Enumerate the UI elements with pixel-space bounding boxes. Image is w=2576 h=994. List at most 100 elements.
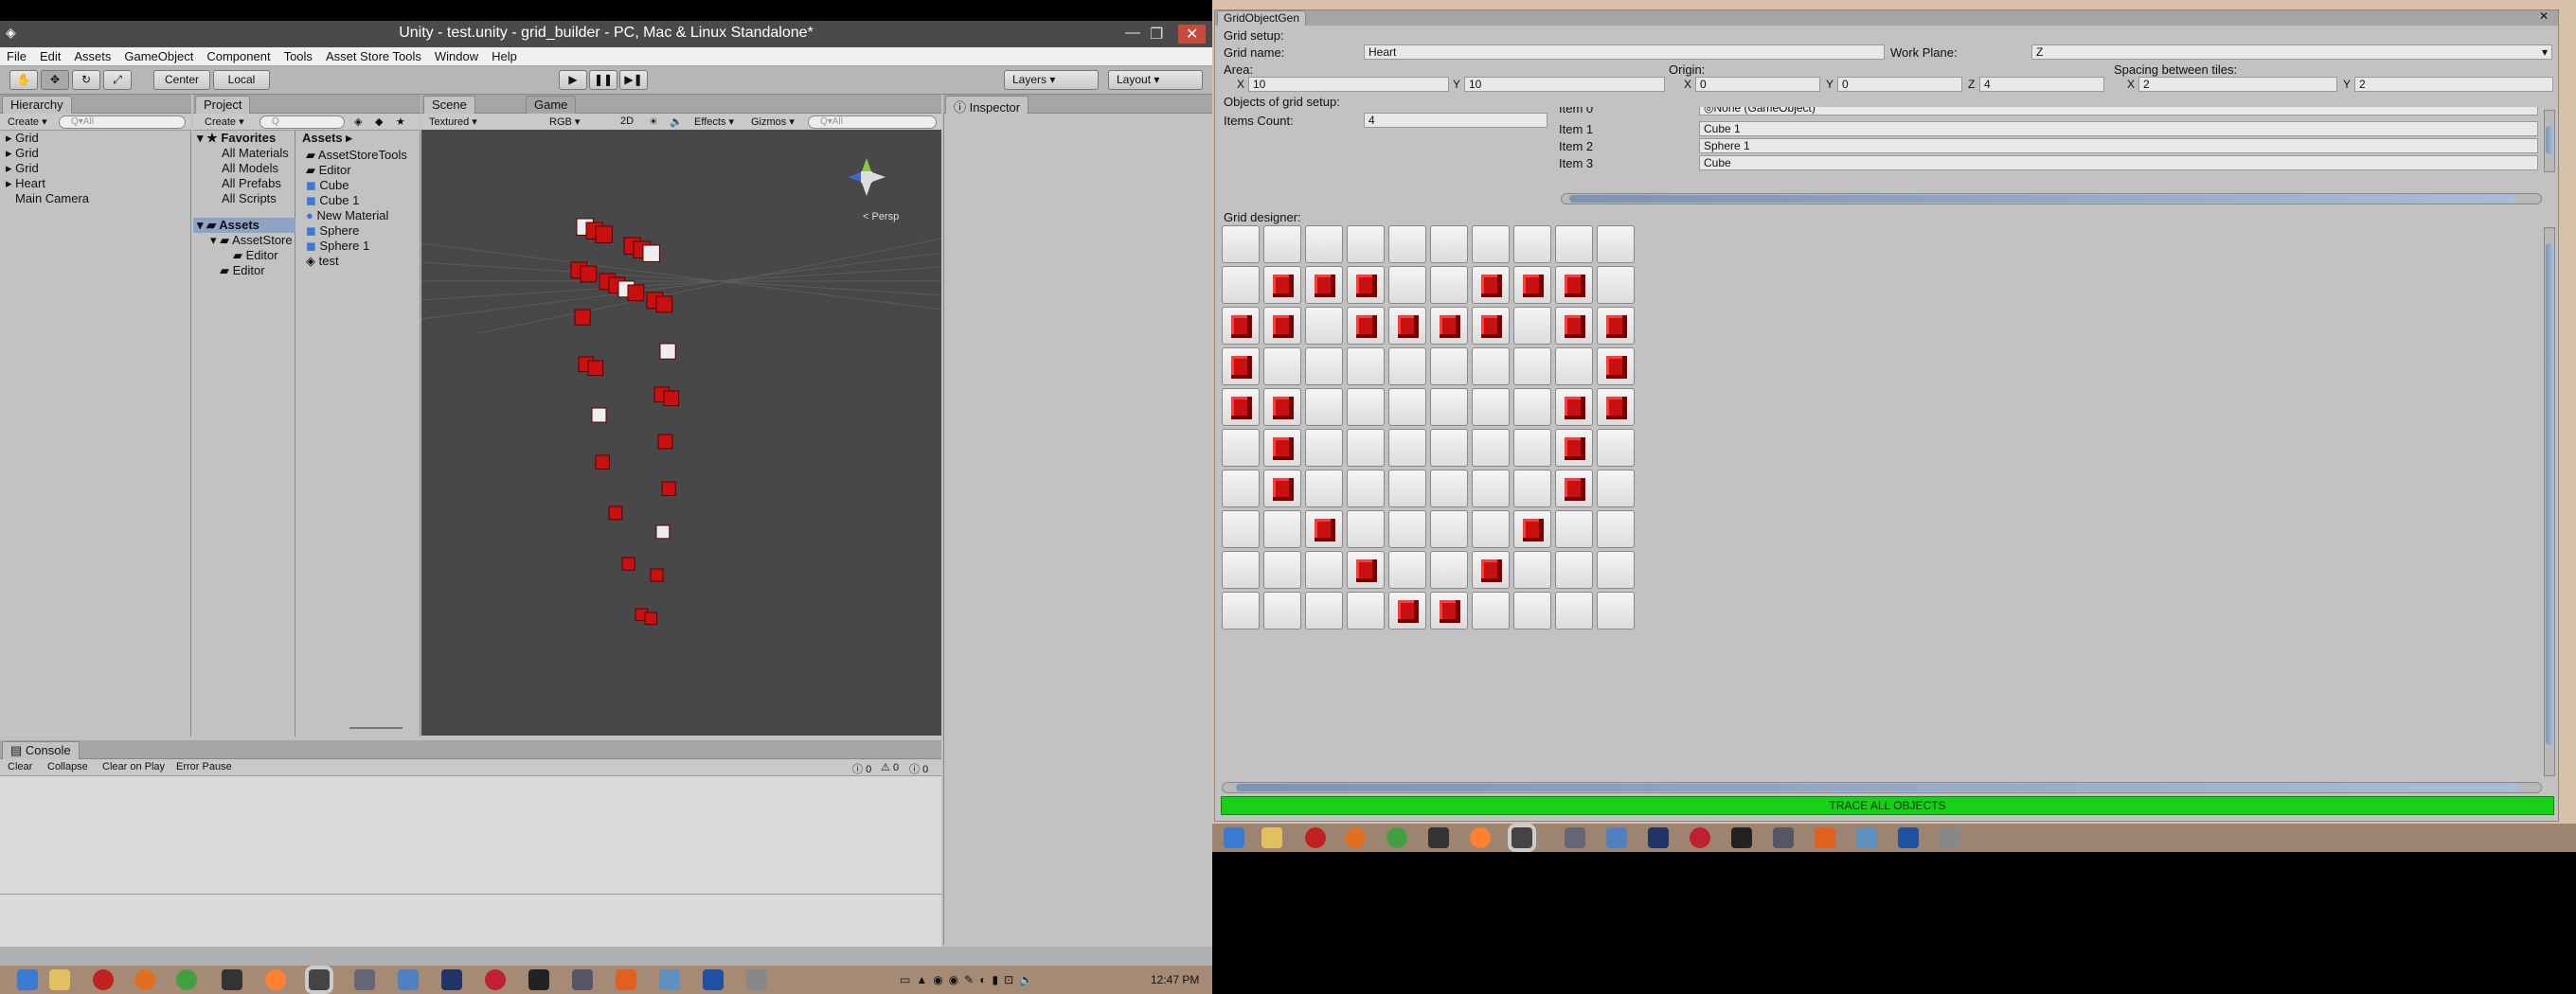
explorer-icon[interactable] — [1261, 827, 1282, 848]
start-icon[interactable] — [1224, 827, 1244, 848]
designer-hscroll-thumb[interactable] — [1236, 784, 2520, 791]
grid-cell-empty[interactable] — [1305, 347, 1343, 385]
scene-cube[interactable] — [595, 225, 613, 243]
scene-cube[interactable] — [580, 265, 598, 283]
grid-cell-empty[interactable] — [1305, 429, 1343, 467]
tree-folder[interactable]: ▰ Editor — [233, 248, 278, 263]
grid-cell-empty[interactable] — [1472, 429, 1510, 467]
scene-cube[interactable] — [661, 481, 676, 496]
grid-cell-empty[interactable] — [1305, 225, 1343, 263]
grid-cell-empty[interactable] — [1222, 510, 1260, 548]
scene-cube[interactable] — [650, 568, 664, 582]
grid-cell-empty[interactable] — [1472, 225, 1510, 263]
menu-tools[interactable]: Tools — [277, 47, 319, 65]
settings-icon[interactable] — [572, 969, 593, 990]
grid-cell-empty[interactable] — [1388, 266, 1426, 304]
grid-cell-empty[interactable] — [1222, 470, 1260, 507]
grid-cell-filled[interactable] — [1597, 388, 1635, 426]
gog-tab[interactable]: GridObjectGen — [1217, 10, 1307, 26]
grid-cell-filled[interactable] — [1555, 388, 1593, 426]
asset-item[interactable]: ● New Material — [306, 208, 388, 222]
items-hscroll-thumb[interactable] — [1569, 195, 2516, 203]
scene-cube[interactable] — [663, 390, 680, 407]
vlc-icon[interactable] — [265, 969, 286, 990]
grid-cell-empty[interactable] — [1263, 225, 1301, 263]
grid-cell-filled[interactable] — [1263, 388, 1301, 426]
game-tab[interactable]: Game — [526, 96, 577, 114]
pause-icon[interactable]: ❚❚ — [589, 70, 617, 90]
grid-cell-empty[interactable] — [1513, 592, 1551, 630]
console-collapse-button[interactable]: Collapse — [47, 761, 88, 772]
rotate-tool-icon[interactable]: ↻ — [72, 70, 100, 90]
app-icon[interactable] — [746, 969, 767, 990]
grid-cell-empty[interactable] — [1513, 388, 1551, 426]
work-plane-dropdown[interactable]: Z ▾ — [2031, 44, 2552, 60]
grid-cell-empty[interactable] — [1430, 551, 1468, 589]
rgb-dropdown[interactable]: RGB ▾ — [549, 115, 580, 128]
grid-cell-filled[interactable] — [1263, 266, 1301, 304]
grid-cell-empty[interactable] — [1555, 592, 1593, 630]
app-icon[interactable] — [703, 969, 724, 990]
grid-cell-empty[interactable] — [1430, 388, 1468, 426]
asset-item[interactable]: ▰ Editor — [306, 163, 351, 178]
vlc-icon[interactable] — [1470, 827, 1491, 848]
grid-cell-filled[interactable] — [1513, 266, 1551, 304]
console-clear-button[interactable]: Clear — [8, 761, 32, 772]
grid-cell-empty[interactable] — [1430, 266, 1468, 304]
scene-viewport[interactable]: < Persp — [421, 130, 941, 736]
origin-z-field[interactable]: 4 — [1979, 77, 2104, 92]
unity-taskbar-icon[interactable] — [1512, 827, 1532, 848]
items-vertical-scrollbar[interactable] — [2544, 110, 2555, 172]
app-icon[interactable] — [616, 969, 636, 990]
grid-cell-empty[interactable] — [1597, 429, 1635, 467]
grid-cell-empty[interactable] — [1305, 307, 1343, 345]
grid-cell-filled[interactable] — [1472, 307, 1510, 345]
grid-cell-empty[interactable] — [1430, 225, 1468, 263]
grid-cell-filled[interactable] — [1222, 307, 1260, 345]
app-icon[interactable] — [1815, 827, 1835, 848]
app-icon[interactable] — [1898, 827, 1919, 848]
grid-cell-filled[interactable] — [1430, 592, 1468, 630]
grid-cell-filled[interactable] — [1388, 592, 1426, 630]
grid-cell-filled[interactable] — [1513, 510, 1551, 548]
shading-dropdown[interactable]: Textured ▾ — [429, 115, 477, 128]
filter-label-icon[interactable]: ◆ — [375, 115, 383, 128]
app-icon[interactable] — [354, 969, 375, 990]
menu-edit[interactable]: Edit — [33, 47, 67, 65]
asset-item[interactable]: ▰ AssetStoreTools — [306, 148, 407, 163]
app-icon[interactable] — [1606, 827, 1627, 848]
scene-cube[interactable] — [655, 295, 673, 313]
menu-window[interactable]: Window — [428, 47, 485, 65]
grid-cell-empty[interactable] — [1597, 470, 1635, 507]
origin-y-field[interactable]: 0 — [1837, 77, 1962, 92]
grid-cell-empty[interactable] — [1222, 266, 1260, 304]
icon-size-slider[interactable] — [349, 727, 402, 729]
scene-cube[interactable] — [608, 506, 623, 521]
grid-cell-filled[interactable] — [1472, 266, 1510, 304]
grid-cell-filled[interactable] — [1347, 266, 1385, 304]
menu-asset-store-tools[interactable]: Asset Store Tools — [319, 47, 428, 65]
spacing-x-field[interactable]: 2 — [2138, 77, 2337, 92]
grid-cell-filled[interactable] — [1305, 266, 1343, 304]
grid-cell-empty[interactable] — [1222, 429, 1260, 467]
grid-cell-empty[interactable] — [1388, 429, 1426, 467]
scene-cube[interactable] — [591, 407, 607, 423]
grid-cell-empty[interactable] — [1388, 551, 1426, 589]
asset-item[interactable]: ◼ Cube 1 — [306, 193, 359, 208]
console-tab[interactable]: ▤ Console — [2, 741, 80, 759]
lighting-icon[interactable]: ☀ — [649, 115, 658, 128]
grid-cell-empty[interactable] — [1388, 347, 1426, 385]
grid-cell-filled[interactable] — [1347, 307, 1385, 345]
area-y-field[interactable]: 10 — [1464, 77, 1665, 92]
trace-all-objects-button[interactable]: TRACE ALL OBJECTS — [1221, 796, 2554, 815]
grid-cell-empty[interactable] — [1597, 551, 1635, 589]
grid-cell-filled[interactable] — [1222, 347, 1260, 385]
grid-cell-filled[interactable] — [1555, 429, 1593, 467]
menu-component[interactable]: Component — [200, 47, 277, 65]
app-icon[interactable] — [1648, 827, 1669, 848]
layout-dropdown[interactable]: Layout ▾ — [1108, 70, 1203, 90]
grid-cell-empty[interactable] — [1305, 388, 1343, 426]
item-1-field[interactable]: Cube 1 — [1699, 121, 2538, 136]
hierarchy-tab[interactable]: Hierarchy — [2, 96, 72, 114]
grid-cell-empty[interactable] — [1347, 592, 1385, 630]
